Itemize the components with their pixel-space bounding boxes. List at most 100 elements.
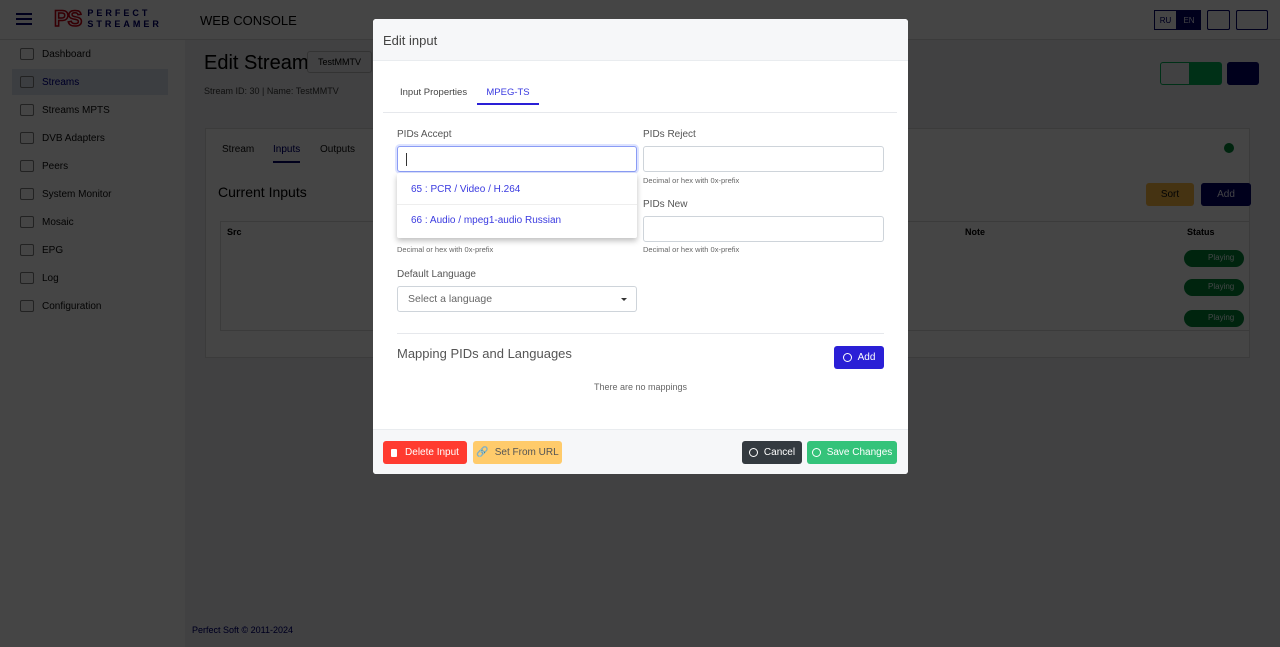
mapping-title: Mapping PIDs and Languages <box>397 346 572 361</box>
tabs-divider <box>383 112 897 113</box>
sidebar-item-label: Dashboard <box>42 48 91 60</box>
pids-accept-hint: Decimal or hex with 0x-prefix <box>397 245 494 254</box>
caret-down-icon <box>621 298 627 301</box>
logo-line1: PERFECT <box>87 8 151 18</box>
add-input-button[interactable]: Add <box>1201 183 1251 206</box>
lang-ru-button[interactable]: RU <box>1154 10 1177 30</box>
stream-name-badge: TestMMTV <box>307 51 373 73</box>
tab-outputs[interactable]: Outputs <box>320 144 355 155</box>
menu-icon[interactable] <box>16 13 32 25</box>
edit-icon <box>20 272 34 284</box>
pids-reject-hint: Decimal or hex with 0x-prefix <box>643 176 740 185</box>
plus-circle-icon <box>842 353 852 362</box>
tab-inputs[interactable]: Inputs <box>273 144 301 163</box>
pids-new-hint: Decimal or hex with 0x-prefix <box>643 245 740 254</box>
pause-button[interactable] <box>1160 62 1190 85</box>
set-from-url-label: Set From URL <box>494 447 559 458</box>
pids-dropdown: 65 : PCR / Video / H.264 66 : Audio / mp… <box>397 173 637 238</box>
save-changes-label: Save Changes <box>826 447 893 458</box>
pids-new-label: PIDs New <box>643 199 688 210</box>
delete-input-button[interactable]: Delete Input <box>383 441 467 464</box>
section-title: Current Inputs <box>218 184 307 200</box>
sidebar-item-label: Mosaic <box>42 216 74 228</box>
language-placeholder: Select a language <box>408 293 493 305</box>
section-divider <box>397 333 884 334</box>
language-select[interactable]: Select a language <box>397 286 637 312</box>
save-changes-button[interactable]: Save Changes <box>807 441 897 464</box>
default-language-label: Default Language <box>397 269 476 280</box>
no-mappings-text: There are no mappings <box>593 382 688 392</box>
stream-subtitle: Stream ID: 30 | Name: TestMMTV <box>204 86 339 96</box>
status-toggle[interactable]: Playing <box>1184 279 1244 296</box>
tab-input-properties[interactable]: Input Properties <box>400 87 467 98</box>
sidebar-item-dvb-adapters[interactable]: DVB Adapters <box>12 125 168 151</box>
pids-reject-input[interactable] <box>643 146 884 172</box>
pids-accept-label: PIDs Accept <box>397 129 452 140</box>
sidebar-item-label: Streams MPTS <box>42 104 110 116</box>
sidebar-item-epg[interactable]: EPG <box>12 237 168 263</box>
sidebar-item-streams[interactable]: Streams <box>12 69 168 95</box>
sidebar-item-label: System Monitor <box>42 188 112 200</box>
tools-menu-icon[interactable] <box>1236 10 1268 30</box>
column-src: Src <box>227 227 242 237</box>
link-icon: 🔗 <box>476 447 489 458</box>
satellite-icon <box>20 132 34 144</box>
modal-footer: Delete Input 🔗 Set From URL Cancel Save C… <box>373 429 908 474</box>
streams-mpts-icon <box>20 104 34 116</box>
sort-button[interactable]: Sort <box>1146 183 1194 206</box>
sidebar-item-streams-mpts[interactable]: Streams MPTS <box>12 97 168 123</box>
sidebar-item-label: Streams <box>42 76 80 88</box>
logo-line2: STREAMER <box>87 19 162 29</box>
sidebar-item-log[interactable]: Log <box>12 265 168 291</box>
sidebar: Dashboard Streams Streams MPTS DVB Adapt… <box>0 40 185 647</box>
modal-header: Edit input <box>373 19 908 61</box>
streams-icon <box>20 76 34 88</box>
cancel-button[interactable]: Cancel <box>742 441 802 464</box>
image-icon <box>20 216 34 228</box>
pids-accept-input[interactable] <box>397 146 637 172</box>
set-from-url-button[interactable]: 🔗 Set From URL <box>473 441 562 464</box>
save-config-icon[interactable] <box>1207 10 1230 30</box>
pids-reject-label: PIDs Reject <box>643 129 696 140</box>
check-circle-icon <box>811 448 821 457</box>
modal-title: Edit input <box>383 33 438 48</box>
chart-icon <box>20 188 34 200</box>
sidebar-item-dashboard[interactable]: Dashboard <box>12 41 168 67</box>
trash-icon <box>391 448 398 457</box>
status-dot <box>1224 143 1234 153</box>
sidebar-item-label: Log <box>42 272 59 284</box>
tab-mpeg-ts[interactable]: MPEG-TS <box>477 87 539 105</box>
sidebar-item-label: DVB Adapters <box>42 132 105 144</box>
text-cursor <box>406 153 407 166</box>
sidebar-item-system-monitor[interactable]: System Monitor <box>12 181 168 207</box>
column-status: Status <box>1187 227 1215 237</box>
add-mapping-label: Add <box>857 352 876 363</box>
status-toggle[interactable]: Playing <box>1184 250 1244 267</box>
app-title: WEB CONSOLE <box>200 13 297 28</box>
page-title: Edit Stream <box>204 52 309 74</box>
monitor-button[interactable] <box>1227 62 1259 85</box>
logo: PS PERFECT STREAMER <box>53 5 162 32</box>
peers-icon <box>20 160 34 172</box>
sidebar-item-mosaic[interactable]: Mosaic <box>12 209 168 235</box>
column-note: Note <box>965 227 985 237</box>
sidebar-item-configuration[interactable]: Configuration <box>12 293 168 319</box>
tab-stream[interactable]: Stream <box>222 144 254 155</box>
sidebar-item-peers[interactable]: Peers <box>12 153 168 179</box>
sidebar-item-label: Configuration <box>42 300 102 312</box>
pids-new-input[interactable] <box>643 216 884 242</box>
edit-input-modal: Edit input Input Properties MPEG-TS PIDs… <box>373 19 908 474</box>
status-toggle[interactable]: Playing <box>1184 310 1244 327</box>
delete-input-label: Delete Input <box>405 447 459 458</box>
lang-en-button[interactable]: EN <box>1177 10 1201 30</box>
add-mapping-button[interactable]: Add <box>834 346 884 369</box>
sidebar-item-label: EPG <box>42 244 64 256</box>
dropdown-option[interactable]: 66 : Audio / mpeg1-audio Russian <box>397 205 637 236</box>
calendar-icon <box>20 244 34 256</box>
dropdown-option[interactable]: 65 : PCR / Video / H.264 <box>397 174 637 205</box>
cancel-label: Cancel <box>763 447 796 458</box>
footer-copyright: Perfect Soft © 2011-2024 <box>192 625 294 635</box>
tools-icon <box>20 300 34 312</box>
play-button[interactable] <box>1190 62 1222 85</box>
logo-letters: PS <box>53 5 83 32</box>
